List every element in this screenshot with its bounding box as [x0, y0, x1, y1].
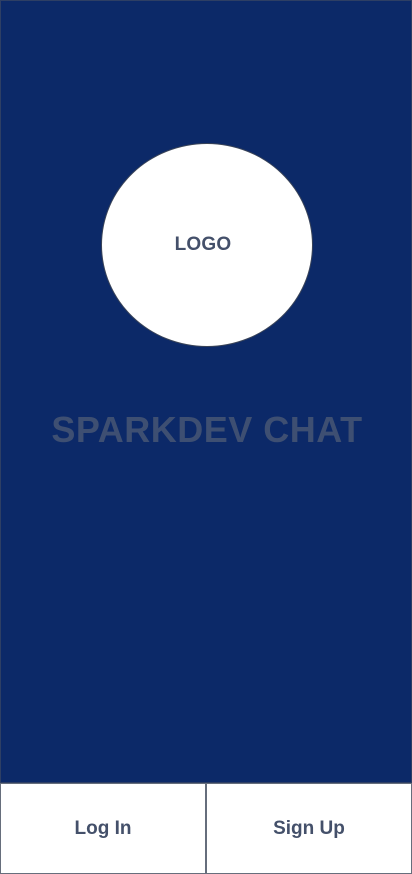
- app-title: SPARKDEV CHAT: [51, 409, 363, 450]
- auth-action-bar: Log In Sign Up: [0, 783, 412, 874]
- welcome-screen: LOGO SPARKDEV CHAT Log In Sign Up: [0, 0, 412, 874]
- app-logo: LOGO: [101, 143, 313, 347]
- splash-background: LOGO SPARKDEV CHAT: [0, 0, 412, 783]
- login-button[interactable]: Log In: [1, 784, 205, 873]
- signup-button[interactable]: Sign Up: [207, 784, 411, 873]
- logo-placeholder-text: LOGO: [174, 234, 232, 255]
